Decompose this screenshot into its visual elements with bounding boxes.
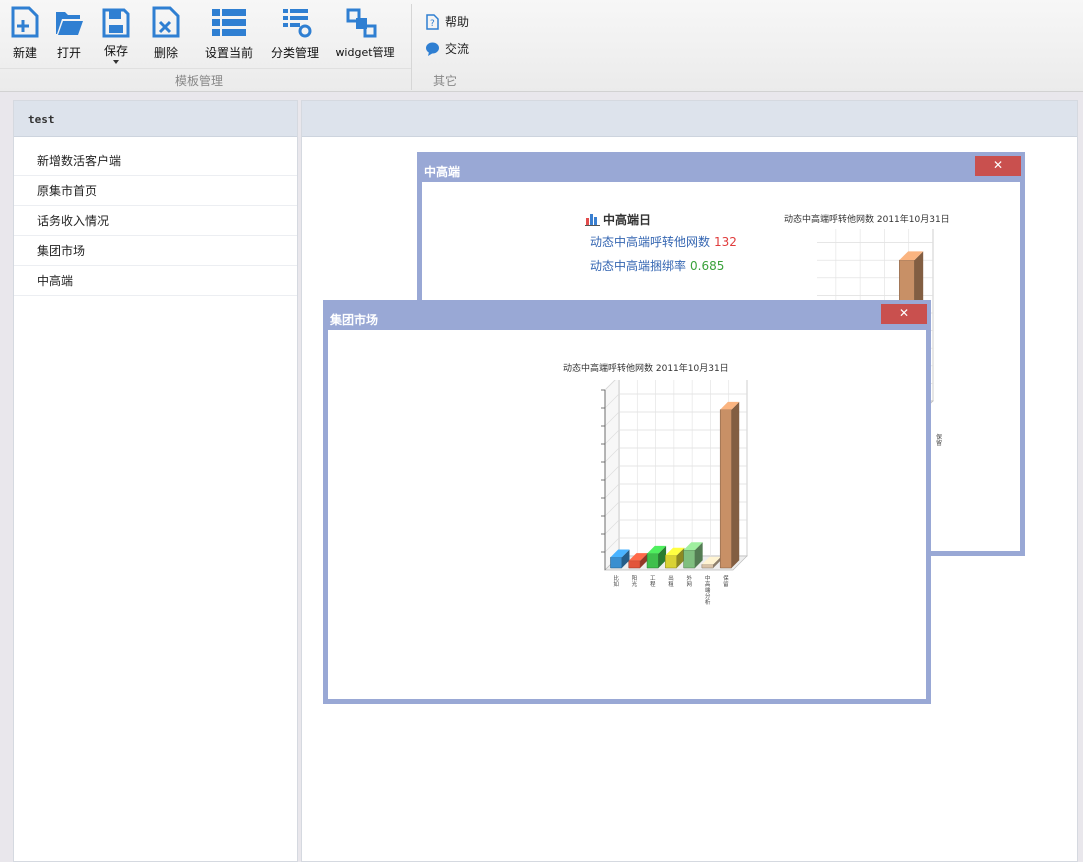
category-manage-label: 分类管理 (271, 46, 320, 60)
kpi-1-value: 132 (714, 235, 737, 249)
chart-tick-char: 留 (723, 580, 729, 588)
widget-manage-button[interactable]: widget管理 (335, 6, 395, 60)
chart-tick-char: 析 (705, 598, 711, 606)
chart-tick-char: 外 (687, 574, 693, 582)
chart-tick-label: 出租 (668, 574, 674, 588)
floppy-disk-icon (102, 8, 130, 38)
kpi-row-1: 动态中高端呼转他网数 132 (590, 233, 737, 250)
help-label: 帮助 (445, 15, 470, 29)
chart-bar-front (610, 556, 623, 569)
chart-side-wall (604, 380, 620, 571)
kpi-2-label: 动态中高端捆绑率 (590, 259, 687, 273)
chart-bar-front (719, 409, 732, 569)
sidebar-item-traffic-revenue[interactable]: 话务收入情况 (14, 206, 297, 236)
chart-tick-char: 分 (705, 592, 711, 600)
chat-button[interactable]: 交流 (425, 40, 469, 57)
sidebar-item-high-end[interactable]: 中高端 (14, 266, 297, 296)
chart-tick-char: 工 (650, 575, 656, 582)
kpi-1-label: 动态中高端呼转他网数 (590, 235, 711, 249)
chart-tick-char: 光 (632, 580, 638, 588)
speech-bubble-icon (426, 42, 439, 56)
kpi-2-value: 0.685 (690, 259, 725, 273)
group-separator (411, 4, 412, 90)
sidebar-title: test (14, 101, 297, 137)
chart-tick-char: 中 (705, 574, 711, 582)
sidebar-item-new-active-client[interactable]: 新增数活客户端 (14, 146, 297, 176)
sidebar-item-group-market[interactable]: 集团市场 (14, 236, 297, 266)
chart-tick-char: 网 (687, 581, 693, 588)
chart-bar (719, 401, 740, 569)
new-button[interactable]: 新建 (11, 6, 39, 61)
group-market-window[interactable]: 集团市场 ✕ 动态中高端呼转他网数 2011年10月31日 比如 阳光 工程 出租 外网… (323, 300, 931, 704)
delete-file-icon (152, 6, 180, 38)
save-label: 保存 (103, 44, 128, 58)
save-button[interactable]: 保存 (102, 6, 130, 64)
set-current-button[interactable]: 设置当前 (205, 6, 253, 61)
group-market-chart: 比如阳光工程出租外网中高端分析保留 (601, 380, 748, 606)
open-label: 打开 (56, 46, 81, 60)
sidebar-item-old-market-home[interactable]: 原集市首页 (14, 176, 297, 206)
chart-tick-char: 程 (650, 580, 656, 588)
sidebar: test 新增数活客户端 原集市首页 话务收入情况 集团市场 中高端 (13, 100, 298, 862)
kpi-row-2: 动态中高端捆绑率 0.685 (590, 257, 724, 274)
high-end-window-title[interactable]: 中高端 (422, 157, 1020, 182)
help-icon: ? (426, 13, 439, 30)
chart-tick-label: 阳光 (632, 574, 638, 588)
new-file-icon (11, 6, 39, 38)
list-settings-icon (212, 9, 246, 36)
sidebar-list: 新增数活客户端 原集市首页 话务收入情况 集团市场 中高端 (14, 137, 297, 296)
svg-text:?: ? (430, 19, 435, 29)
widget-icon (346, 8, 377, 38)
chart-tick-char: 高 (705, 580, 711, 588)
chart-tick-char: 端 (705, 586, 711, 594)
group-market-chart-title: 动态中高端呼转他网数 2011年10月31日 (563, 364, 729, 374)
kpi-title: 中高端日 (603, 213, 652, 227)
chart-tick-char: 比 (613, 574, 619, 582)
chart-tick-label: 保留 (723, 574, 729, 588)
group-market-window-title[interactable]: 集团市场 (328, 305, 926, 330)
chart-bar-front (646, 553, 659, 569)
group-divider (0, 68, 411, 69)
high-end-tick-label: 保留 (936, 434, 943, 447)
kpi-heading: 中高端日 (585, 211, 651, 228)
open-button[interactable]: 打开 (54, 6, 84, 61)
close-icon[interactable]: ✕ (881, 304, 927, 324)
chart-tick-char: 出 (668, 574, 674, 582)
delete-button[interactable]: 删除 (152, 6, 180, 61)
chart-tick-label: 工程 (650, 575, 656, 588)
template-group-label: 模板管理 (175, 74, 224, 88)
chart-tick-char: 阳 (632, 574, 638, 582)
workspace-header (302, 101, 1077, 137)
chart-bar-front (628, 560, 641, 569)
chart-bar-front (683, 549, 696, 569)
chart-bar-side (731, 401, 740, 568)
high-end-chart-title: 动态中高端呼转他网数 2011年10月31日 (784, 215, 950, 225)
new-label: 新建 (12, 46, 37, 60)
folder-icon (56, 12, 83, 35)
help-button[interactable]: ? 帮助 (425, 13, 469, 30)
category-manage-button[interactable]: 分类管理 (271, 6, 319, 61)
toolbar: 新建 打开 保存 删除 设置当前 分类管理 widget管理 模板管理 ? 帮助… (0, 0, 1083, 92)
category-gear-icon (283, 9, 312, 38)
chart-tick-char: 如 (613, 580, 619, 588)
chart-tick-label: 中高端分析 (705, 574, 711, 606)
delete-label: 删除 (153, 46, 178, 60)
chart-bar-front (701, 564, 714, 569)
group-market-window-body: 动态中高端呼转他网数 2011年10月31日 比如 阳光 工程 出租 外网 中高端分析 保留 (328, 330, 926, 699)
chevron-down-icon[interactable] (113, 60, 119, 64)
chart-tick-char: 保 (723, 574, 729, 582)
chart-tick-char: 租 (668, 580, 674, 588)
chart-tick-label: 外网 (687, 574, 693, 588)
set-current-label: 设置当前 (205, 46, 254, 60)
close-icon[interactable]: ✕ (975, 156, 1021, 176)
widget-manage-label: widget管理 (335, 46, 395, 59)
bar-chart-icon (585, 214, 600, 226)
chart-bar-front (665, 555, 677, 569)
other-group-label: 其它 (433, 74, 458, 88)
chart-tick-label: 比如 (613, 574, 619, 588)
chat-label: 交流 (445, 42, 470, 56)
